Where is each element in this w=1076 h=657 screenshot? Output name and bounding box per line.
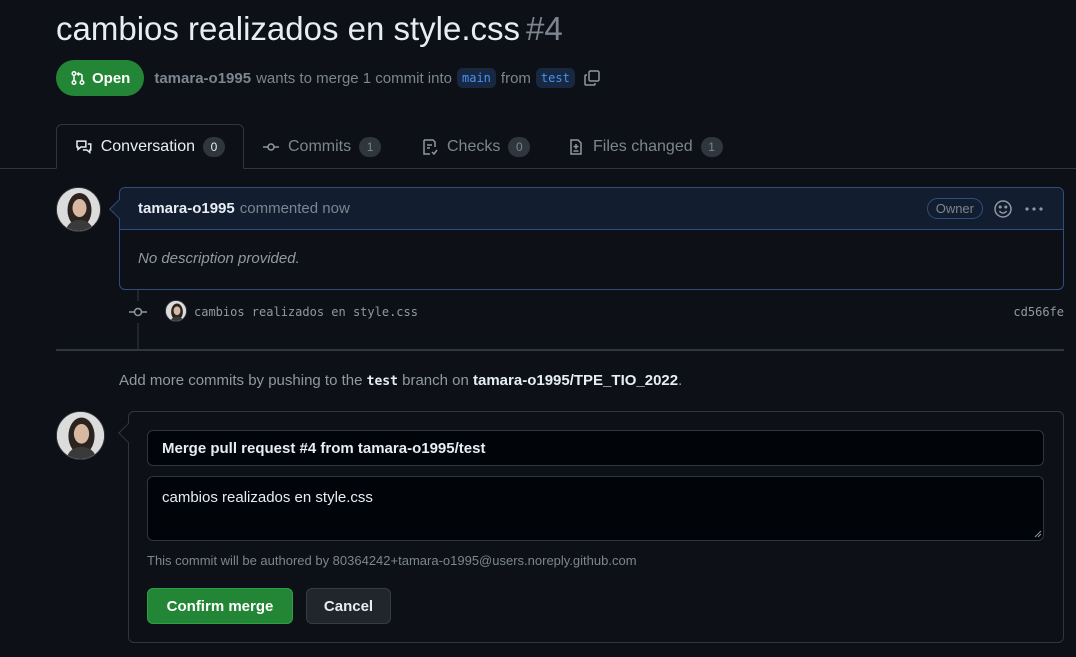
checklist-icon [423,138,438,155]
avatar[interactable] [56,187,101,232]
tab-label: Checks [447,137,501,155]
git-commit-icon [263,142,279,151]
confirm-merge-button[interactable]: Confirm merge [147,588,293,624]
state-label: Open [92,69,131,87]
merge-text: wants to merge 1 commit into [256,69,452,87]
merge-from-text: from [500,69,531,87]
pr-status-row: Open tamara-o1995 wants to merge 1 commi… [56,60,601,96]
timeline-divider [56,349,1064,351]
pr-title-text: cambios realizados en style.css [56,10,521,47]
push-hint: Add more commits by pushing to the test … [119,372,682,389]
git-pull-request-icon [71,70,85,86]
user-avatar-image [166,301,186,321]
commit-author-note: This commit will be authored by 80364242… [147,553,637,568]
comment-header: tamara-o1995 commented now Owner [120,188,1063,230]
tab-counter: 0 [203,136,225,157]
kebab-horizontal-icon[interactable] [1023,199,1045,219]
user-avatar-image [57,412,104,459]
push-hint-middle: branch on [402,372,469,389]
commit-message-link[interactable]: cambios realizados en style.css [194,305,418,319]
base-branch-link[interactable]: main [457,68,496,88]
commit-title-input[interactable] [147,430,1044,466]
tab-counter: 1 [700,136,723,157]
copy-icon[interactable] [583,69,601,87]
repo-link[interactable]: tamara-o1995/TPE_TIO_2022 [473,372,678,389]
tab-counter: 1 [359,136,382,157]
merge-summary: tamara-o1995 wants to merge 1 commit int… [154,68,600,88]
state-badge: Open [56,60,145,96]
pr-tabs: Conversation 0 Commits 1 Checks 0 Files … [0,124,1076,169]
tab-label: Files changed [593,137,693,155]
cancel-button[interactable]: Cancel [306,588,391,624]
author-link[interactable]: tamara-o1995 [154,70,251,87]
merge-form: cambios realizados en style.css This com… [118,411,1064,643]
head-branch-link[interactable]: test [535,68,575,88]
tab-label: Conversation [100,137,195,155]
comment-actions: Owner [926,198,1045,219]
commit-author-avatar[interactable] [165,300,187,322]
comment-discussion-icon [76,139,92,154]
comment-author-link[interactable]: tamara-o1995 [138,200,235,217]
tab-commits[interactable]: Commits 1 [262,124,382,169]
tab-checks[interactable]: Checks 0 [421,124,531,169]
pr-number: #4 [526,10,563,47]
git-commit-icon [127,301,149,323]
timeline-commit: cambios realizados en style.css cd566fe [126,298,1064,326]
file-diff-icon [570,138,582,155]
resize-handle-icon[interactable] [1032,528,1042,538]
comment-timestamp: commented now [239,200,350,217]
user-avatar-image [57,188,100,231]
push-hint-branch: test [366,374,398,389]
page-title: cambios realizados en style.css #4 [56,10,563,48]
comment-card: tamara-o1995 commented now Owner No desc… [109,187,1064,290]
tab-counter: 0 [508,136,531,157]
tab-label: Commits [288,137,352,155]
merge-caret [118,423,138,443]
commit-message-textarea[interactable]: cambios realizados en style.css [147,476,1044,541]
push-hint-suffix: . [678,372,683,389]
comment-body: No description provided. [138,250,300,267]
avatar[interactable] [56,411,105,460]
owner-badge: Owner [926,198,983,219]
tab-files-changed[interactable]: Files changed 1 [567,124,723,169]
commit-sha-link[interactable]: cd566fe [1013,305,1064,319]
tab-conversation[interactable]: Conversation 0 [56,124,244,169]
push-hint-prefix: Add more commits by pushing to the [119,372,363,389]
smiley-icon[interactable] [993,199,1013,219]
